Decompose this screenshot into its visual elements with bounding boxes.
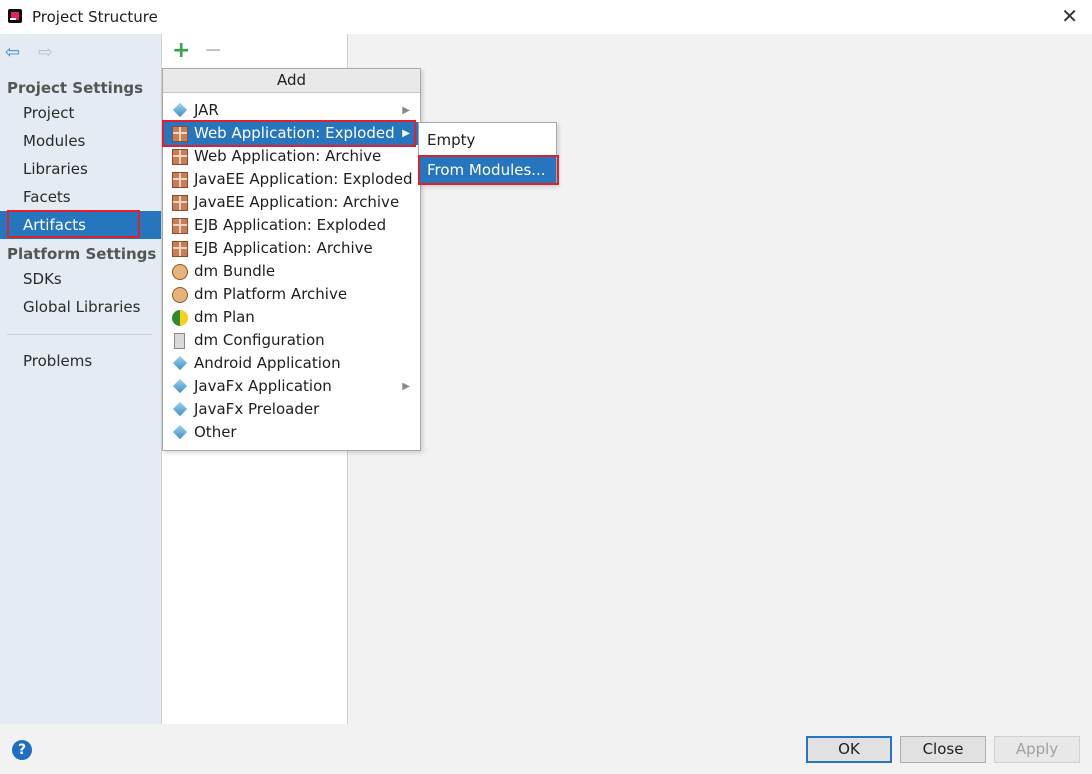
menu-item-dm-bundle[interactable]: dm Bundle: [163, 260, 420, 283]
menu-item-other[interactable]: Other: [163, 421, 420, 444]
menu-item-javafx-application[interactable]: JavaFx Application ▶: [163, 375, 420, 398]
menu-item-label: JavaFx Preloader: [194, 400, 320, 418]
sidebar: ⇦ ⇨ Project Settings Project Modules Lib…: [0, 34, 161, 724]
help-icon[interactable]: ?: [12, 740, 32, 760]
sidebar-item-project[interactable]: Project: [0, 99, 161, 127]
menu-item-label: EJB Application: Archive: [194, 239, 373, 257]
close-button[interactable]: Close: [900, 736, 986, 763]
menu-item-dm-configuration[interactable]: dm Configuration: [163, 329, 420, 352]
sidebar-item-global-libraries[interactable]: Global Libraries: [0, 293, 161, 321]
sidebar-item-facets[interactable]: Facets: [0, 183, 161, 211]
menu-item-javaee-archive[interactable]: JavaEE Application: Archive: [163, 191, 420, 214]
submenu-item-from-modules[interactable]: From Modules...: [418, 155, 559, 185]
sidebar-item-modules[interactable]: Modules: [0, 127, 161, 155]
menu-item-label: Web Application: Exploded: [194, 124, 395, 142]
menu-item-label: Other: [194, 423, 237, 441]
diamond-icon: [172, 424, 188, 440]
gift-icon: [172, 126, 188, 142]
menu-item-label: JavaEE Application: Archive: [194, 193, 400, 211]
apply-button[interactable]: Apply: [994, 736, 1080, 763]
menu-item-label: JavaFx Application: [194, 377, 332, 395]
gift-icon: [172, 195, 188, 211]
menu-item-label: Web Application: Archive: [194, 147, 382, 165]
plan-icon: [172, 310, 188, 326]
gift-icon: [172, 149, 188, 165]
menu-item-web-app-exploded[interactable]: Web Application: Exploded ▶: [162, 120, 420, 147]
diamond-icon: [172, 102, 188, 118]
sidebar-item-problems[interactable]: Problems: [0, 347, 161, 375]
platform-settings-header: Platform Settings: [7, 245, 157, 263]
menu-item-label: dm Plan: [194, 308, 255, 326]
project-settings-header: Project Settings: [7, 79, 144, 97]
ok-button[interactable]: OK: [806, 736, 892, 763]
intellij-app-icon: [8, 9, 22, 23]
back-arrow-icon[interactable]: ⇦: [5, 42, 20, 63]
submenu-arrow-icon: ▶: [402, 381, 410, 392]
add-artifact-popup: Add JAR ▶ Web Application: Exploded ▶ We…: [162, 68, 421, 451]
menu-item-javafx-preloader[interactable]: JavaFx Preloader: [163, 398, 420, 421]
menu-item-label: JAR: [194, 101, 219, 119]
sidebar-item-libraries[interactable]: Libraries: [0, 155, 161, 183]
submenu-arrow-icon: ▶: [402, 128, 410, 139]
bundle-icon: [172, 287, 188, 303]
dialog-button-bar: ? OK Close Apply: [0, 724, 1092, 774]
menu-item-web-app-archive[interactable]: Web Application: Archive: [163, 145, 420, 168]
gift-icon: [172, 241, 188, 257]
diamond-icon: [172, 355, 188, 371]
menu-item-label: Android Application: [194, 354, 341, 372]
diamond-icon: [172, 378, 188, 394]
add-icon[interactable]: +: [172, 38, 190, 63]
menu-item-ejb-exploded[interactable]: EJB Application: Exploded: [163, 214, 420, 237]
menu-item-jar[interactable]: JAR ▶: [163, 99, 420, 122]
diamond-icon: [172, 401, 188, 417]
web-app-exploded-submenu: Empty From Modules...: [418, 122, 559, 185]
menu-item-label: EJB Application: Exploded: [194, 216, 387, 234]
menu-item-label: JavaEE Application: Exploded: [194, 170, 413, 188]
close-window-icon[interactable]: ✕: [1061, 6, 1078, 26]
popup-header: Add: [163, 69, 420, 93]
forward-arrow-icon[interactable]: ⇨: [38, 42, 53, 63]
bundle-icon: [172, 264, 188, 280]
sidebar-item-sdks[interactable]: SDKs: [0, 265, 161, 293]
menu-item-label: dm Bundle: [194, 262, 276, 280]
menu-item-label: dm Platform Archive: [194, 285, 348, 303]
sidebar-item-artifacts[interactable]: Artifacts: [0, 210, 161, 239]
gift-icon: [172, 218, 188, 234]
remove-icon[interactable]: −: [204, 38, 222, 63]
menu-item-dm-platform-archive[interactable]: dm Platform Archive: [163, 283, 420, 306]
title-bar: Project Structure ✕: [0, 0, 1092, 34]
menu-item-javaee-exploded[interactable]: JavaEE Application: Exploded: [163, 168, 420, 191]
menu-item-label: dm Configuration: [194, 331, 325, 349]
menu-item-android-application[interactable]: Android Application: [163, 352, 420, 375]
gift-icon: [172, 172, 188, 188]
menu-item-ejb-archive[interactable]: EJB Application: Archive: [163, 237, 420, 260]
sidebar-divider: [7, 334, 152, 335]
document-icon: [174, 333, 185, 349]
window-title: Project Structure: [32, 8, 158, 26]
submenu-item-empty[interactable]: Empty: [419, 127, 556, 153]
submenu-arrow-icon: ▶: [402, 105, 410, 116]
menu-item-dm-plan[interactable]: dm Plan: [163, 306, 420, 329]
